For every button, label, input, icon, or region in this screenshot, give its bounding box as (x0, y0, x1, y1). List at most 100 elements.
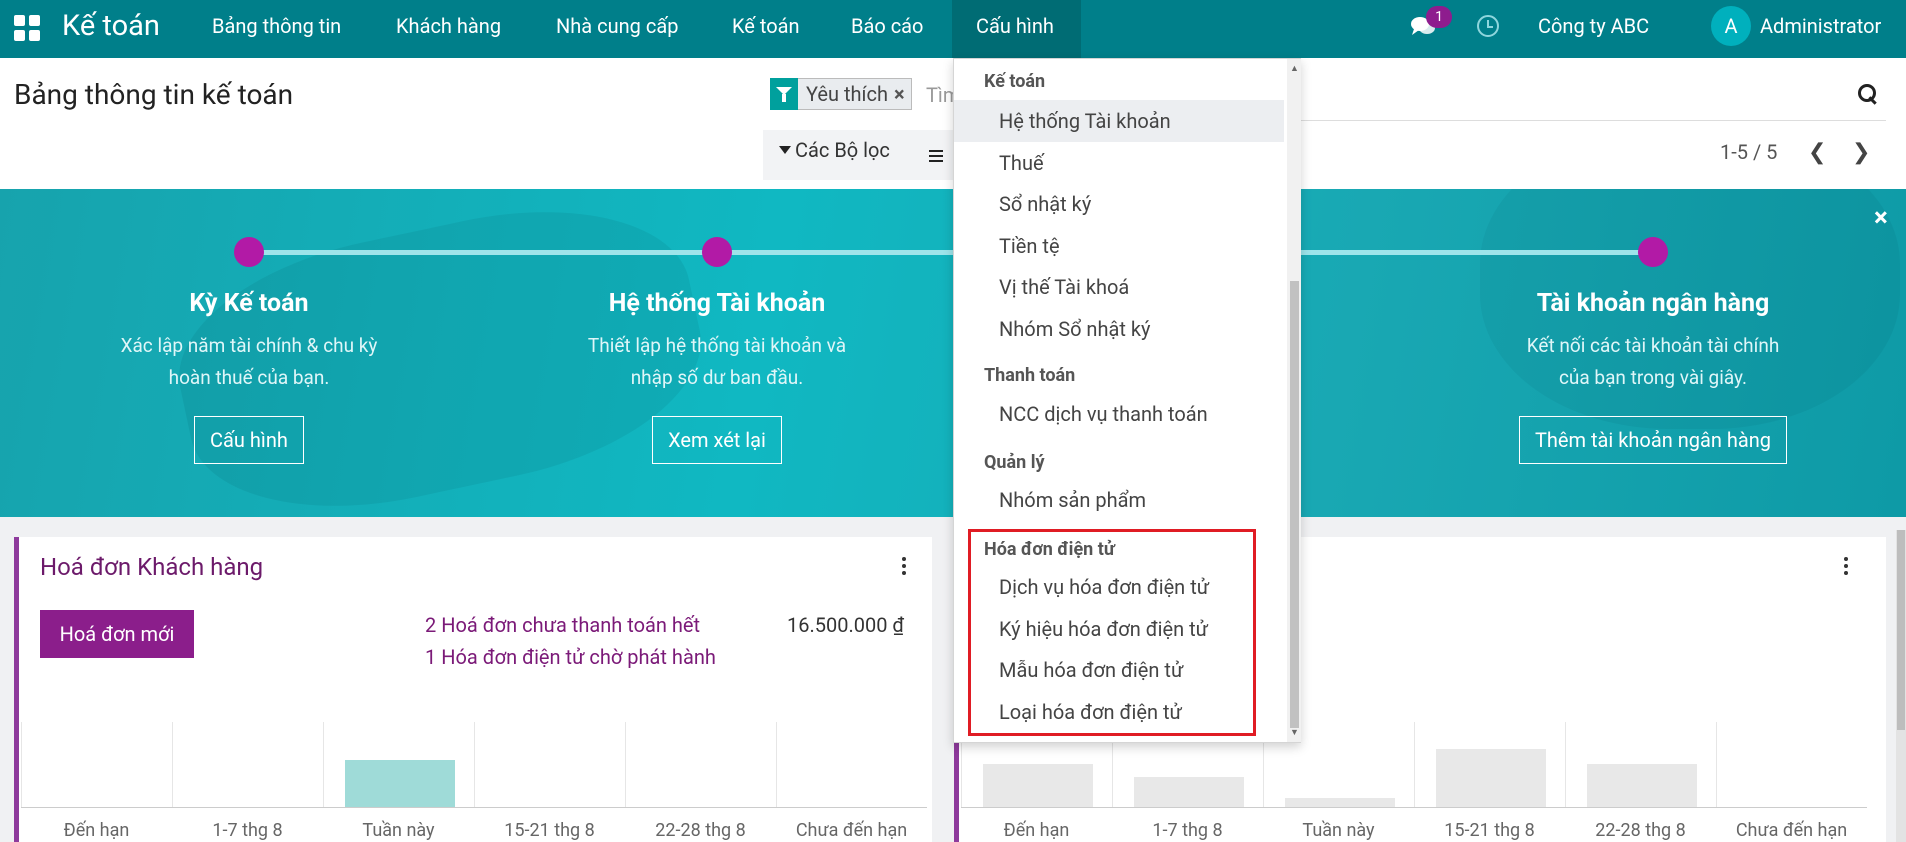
chart-tick-label: Chưa đến hạn (1735, 820, 1848, 841)
top-navbar: Kế toán Bảng thông tin Khách hàng Nhà cu… (0, 0, 1906, 58)
chart-column[interactable] (474, 722, 625, 807)
chart-tick-label: 22-28 thg 8 (1595, 820, 1686, 841)
pager-next-icon[interactable]: ❯ (1852, 142, 1872, 164)
chart-bar[interactable] (344, 760, 455, 807)
chart-tick-label: Đến hạn (1003, 820, 1070, 841)
customer-invoices-card: Hoá đơn Khách hàng Hoá đơn mới 2 Hoá đơn… (14, 537, 932, 842)
unpaid-invoices-link[interactable]: 2 Hoá đơn chưa thanh toán hết (425, 613, 700, 637)
step-title: Tài khoản ngân hàng (1536, 289, 1770, 318)
chart-column[interactable] (625, 722, 776, 807)
facet-remove-icon[interactable]: × (894, 82, 911, 106)
section-header-payments: Thanh toán (984, 365, 1076, 386)
menu-item-product-categories[interactable]: Nhóm sản phẩm (954, 479, 1284, 521)
pager-value[interactable]: 1-5 / 5 (1720, 140, 1777, 164)
step-dot (1638, 237, 1668, 267)
step-description: Kết nối các tài khoản tài chính (1526, 334, 1780, 357)
search-icon[interactable] (1858, 84, 1878, 104)
step-dot (702, 237, 732, 267)
section-header-management: Quản lý (984, 452, 1045, 473)
page-title: Bảng thông tin kế toán (14, 78, 294, 111)
apps-grid-icon[interactable] (14, 15, 40, 41)
chart-column[interactable] (1565, 722, 1716, 807)
chart-column[interactable] (21, 722, 172, 807)
filters-button[interactable]: Các Bộ lọc (779, 138, 890, 162)
menu-item-payment-providers[interactable]: NCC dịch vụ thanh toán (954, 393, 1284, 435)
chart-tick-label: Đến hạn (63, 820, 130, 841)
chart-column[interactable] (1716, 722, 1867, 807)
chart-x-axis (961, 807, 1867, 808)
step-fiscal-year: Kỳ Kế toán Xác lập năm tài chính & chu k… (54, 289, 444, 464)
menu-item-journal-groups[interactable]: Nhóm Sổ nhật ký (954, 308, 1284, 350)
step-dot (234, 237, 264, 267)
user-menu[interactable]: Administrator (1760, 0, 1881, 58)
menu-item-fiscal-positions[interactable]: Vị thế Tài khoá (954, 266, 1284, 308)
unpaid-amount: 16.500.000 ₫ (787, 613, 905, 637)
chart-column[interactable] (776, 722, 927, 807)
card-title[interactable]: Hoá đơn Khách hàng (40, 553, 263, 581)
menu-item-taxes[interactable]: Thuế (954, 142, 1284, 184)
app-name[interactable]: Kế toán (62, 9, 160, 43)
chart-tick-label: 22-28 thg 8 (655, 820, 746, 841)
step-description: của bạn trong vài giây. (1558, 366, 1748, 389)
chart-bar[interactable] (1133, 777, 1244, 807)
menu-item-journals[interactable]: Sổ nhật ký (954, 183, 1284, 225)
chart-tick-label: Chưa đến hạn (795, 820, 908, 841)
activity-clock-icon[interactable] (1477, 15, 1499, 37)
card-options-icon[interactable] (902, 557, 906, 575)
facet-label: Yêu thích (806, 82, 888, 106)
chart-bar[interactable] (1284, 798, 1395, 807)
menu-dashboard[interactable]: Bảng thông tin (188, 0, 365, 58)
step-description: hoàn thuế của bạn. (168, 366, 330, 389)
chart-tick-label: 15-21 thg 8 (1444, 820, 1535, 841)
page-scrollbar[interactable] (1896, 530, 1906, 842)
step-description: nhập số dư ban đầu. (630, 366, 804, 389)
close-banner-icon[interactable]: × (1874, 203, 1888, 233)
chart-column[interactable] (323, 722, 474, 807)
group-by-icon[interactable] (929, 150, 943, 162)
chart-tick-label: Tuần này (1302, 820, 1375, 841)
step-title: Hệ thống Tài khoản (608, 289, 826, 318)
chart-column[interactable] (1414, 722, 1565, 807)
step-title: Kỳ Kế toán (189, 289, 309, 318)
chart-bar[interactable] (982, 764, 1093, 807)
pager-previous-icon[interactable]: ❮ (1808, 142, 1828, 164)
configuration-dropdown-menu: Kế toán Hệ thống Tài khoản Thuế Sổ nhật … (953, 58, 1301, 743)
section-header-accounting: Kế toán (984, 71, 1046, 92)
menu-reports[interactable]: Báo cáo (827, 0, 947, 58)
filters-label: Các Bộ lọc (795, 138, 890, 162)
menu-item-currencies[interactable]: Tiền tệ (954, 225, 1284, 267)
step-description: Thiết lập hệ thống tài khoản và (587, 334, 847, 357)
card-options-icon[interactable] (1844, 557, 1848, 575)
step-bank-account: Tài khoản ngân hàng Kết nối các tài khoả… (1458, 289, 1848, 464)
configure-button[interactable]: Cấu hình (194, 416, 304, 464)
chart-tick-label: 1-7 thg 8 (1152, 820, 1223, 841)
scroll-down-arrow-icon[interactable]: ▼ (1290, 727, 1299, 738)
scroll-up-arrow-icon[interactable]: ▲ (1290, 63, 1299, 74)
chart-tick-label: 15-21 thg 8 (504, 820, 595, 841)
filter-funnel-icon (770, 77, 798, 110)
company-switcher[interactable]: Công ty ABC (1538, 0, 1649, 58)
menu-customers[interactable]: Khách hàng (372, 0, 525, 58)
add-bank-account-button[interactable]: Thêm tài khoản ngân hàng (1518, 416, 1788, 464)
menu-accounting[interactable]: Kế toán (708, 0, 824, 58)
menu-item-chart-of-accounts[interactable]: Hệ thống Tài khoản (954, 100, 1284, 142)
menu-vendors[interactable]: Nhà cung cấp (532, 0, 702, 58)
search-facet-favorite: Yêu thích × (770, 77, 912, 110)
chart-tick-label: Tuần này (362, 820, 435, 841)
chart-bar[interactable] (1586, 764, 1697, 807)
chart-bar[interactable] (1435, 749, 1546, 807)
chart-tick-label: 1-7 thg 8 (212, 820, 283, 841)
chat-count-badge: 1 (1426, 6, 1452, 28)
user-avatar[interactable]: A (1711, 6, 1751, 46)
einvoices-pending-link[interactable]: 1 Hóa đơn điện tử chờ phát hành (425, 645, 716, 669)
new-invoice-button[interactable]: Hoá đơn mới (40, 610, 194, 658)
dropdown-scrollbar-thumb[interactable] (1290, 281, 1299, 728)
step-description: Xác lập năm tài chính & chu kỳ (120, 334, 378, 357)
review-button[interactable]: Xem xét lại (652, 416, 782, 464)
step-chart-of-accounts: Hệ thống Tài khoản Thiết lập hệ thống tà… (522, 289, 912, 464)
chart-column[interactable] (172, 722, 323, 807)
menu-configuration[interactable]: Cấu hình (952, 0, 1081, 58)
chart-x-axis (21, 807, 927, 808)
progress-track (249, 250, 1654, 255)
filter-icon (779, 145, 791, 154)
